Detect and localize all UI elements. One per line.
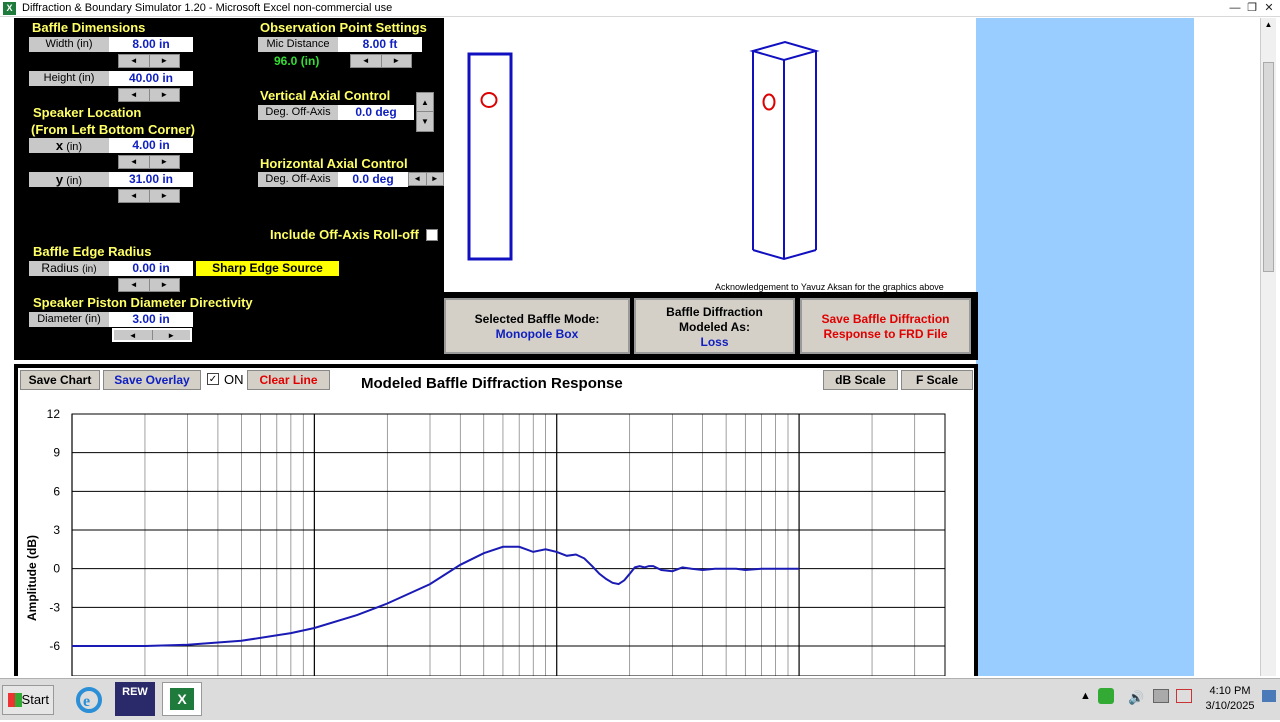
- internet-explorer-icon[interactable]: e: [68, 682, 108, 716]
- scrollbar-thumb[interactable]: [1263, 62, 1274, 272]
- excel-taskbar-icon[interactable]: X: [162, 682, 202, 716]
- y-tick-label: 6: [53, 484, 60, 498]
- restore-button[interactable]: ❐: [1245, 2, 1259, 14]
- y-tick-label: -3: [49, 600, 60, 614]
- windows-logo-icon: [8, 693, 22, 707]
- action-center-icon[interactable]: [1176, 689, 1192, 703]
- rew-app-icon[interactable]: REW: [115, 682, 155, 716]
- response-chart: 12 9 6 3 0 -3 -6: [47, 407, 946, 676]
- network-icon[interactable]: [1098, 688, 1114, 704]
- tray-expand-icon[interactable]: ▲: [1080, 690, 1091, 702]
- vertical-scrollbar[interactable]: ▲: [1260, 18, 1276, 676]
- start-label: Start: [21, 692, 49, 707]
- y-tick-label: 0: [53, 562, 60, 576]
- spreadsheet-column: [1194, 18, 1260, 676]
- blue-background: [976, 18, 1194, 676]
- clock-date: 3/10/2025: [1205, 700, 1255, 712]
- volume-icon[interactable]: 🔊: [1128, 690, 1144, 706]
- y-tick-label: -6: [49, 639, 60, 653]
- y-tick-label: 12: [47, 407, 61, 421]
- power-icon[interactable]: [1153, 689, 1169, 703]
- y-tick-label: 9: [53, 446, 60, 460]
- minimize-button[interactable]: —: [1228, 2, 1242, 14]
- plot-area: [71, 413, 946, 676]
- start-button[interactable]: Start: [2, 685, 54, 715]
- close-button[interactable]: ✕: [1262, 2, 1276, 14]
- system-clock[interactable]: 4:10 PM 3/10/2025: [1200, 684, 1260, 714]
- svg-text:e: e: [83, 693, 90, 710]
- response-trace: [72, 545, 800, 647]
- scroll-up-icon[interactable]: ▲: [1261, 18, 1276, 32]
- y-tick-label: 3: [53, 523, 60, 537]
- clock-time: 4:10 PM: [1209, 685, 1251, 697]
- show-desktop-icon[interactable]: [1262, 690, 1276, 702]
